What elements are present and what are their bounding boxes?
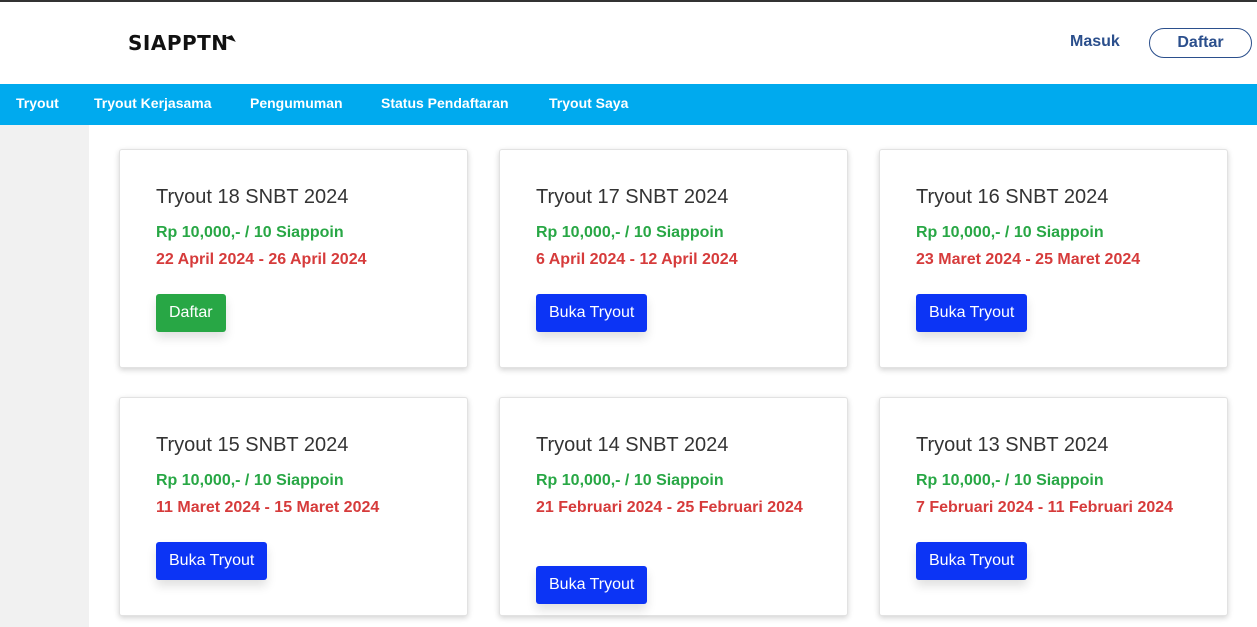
register-button[interactable]: Daftar bbox=[1149, 28, 1252, 58]
nav-item-pengumuman[interactable]: Pengumuman bbox=[250, 95, 343, 111]
card-title: Tryout 15 SNBT 2024 bbox=[156, 434, 349, 456]
tryout-card: Tryout 13 SNBT 2024 Rp 10,000,- / 10 Sia… bbox=[879, 397, 1228, 616]
open-tryout-button[interactable]: Buka Tryout bbox=[916, 542, 1028, 580]
tryout-card: Tryout 18 SNBT 2024 Rp 10,000,- / 10 Sia… bbox=[119, 149, 468, 368]
open-tryout-button[interactable]: Buka Tryout bbox=[536, 566, 648, 604]
card-price: Rp 10,000,- / 10 Siappoin bbox=[536, 224, 724, 241]
nav-item-tryout-kerjasama[interactable]: Tryout Kerjasama bbox=[94, 95, 212, 111]
sidebar bbox=[0, 125, 89, 627]
card-price: Rp 10,000,- / 10 Siappoin bbox=[156, 224, 344, 241]
card-title: Tryout 17 SNBT 2024 bbox=[536, 186, 729, 208]
login-link[interactable]: Masuk bbox=[1070, 33, 1120, 51]
card-date: 11 Maret 2024 - 15 Maret 2024 bbox=[156, 499, 380, 516]
card-title: Tryout 14 SNBT 2024 bbox=[536, 434, 729, 456]
tryout-card: Tryout 15 SNBT 2024 Rp 10,000,- / 10 Sia… bbox=[119, 397, 468, 616]
tryout-card: Tryout 17 SNBT 2024 Rp 10,000,- / 10 Sia… bbox=[499, 149, 848, 368]
card-date: 22 April 2024 - 26 April 2024 bbox=[156, 251, 367, 268]
card-price: Rp 10,000,- / 10 Siappoin bbox=[916, 472, 1104, 489]
logo[interactable]: SIAPPTN bbox=[128, 31, 241, 55]
card-date: 23 Maret 2024 - 25 Maret 2024 bbox=[916, 251, 1141, 268]
register-tryout-button[interactable]: Daftar bbox=[156, 294, 226, 332]
open-tryout-button[interactable]: Buka Tryout bbox=[536, 294, 648, 332]
tryout-card: Tryout 16 SNBT 2024 Rp 10,000,- / 10 Sia… bbox=[879, 149, 1228, 368]
card-date: 21 Februari 2024 - 25 Februari 2024 bbox=[536, 499, 803, 516]
tryout-list: Tryout 18 SNBT 2024 Rp 10,000,- / 10 Sia… bbox=[89, 125, 1257, 627]
nav-item-status-pendaftaran[interactable]: Status Pendaftaran bbox=[381, 95, 509, 111]
main-nav: Tryout Tryout Kerjasama Pengumuman Statu… bbox=[0, 84, 1257, 125]
card-price: Rp 10,000,- / 10 Siappoin bbox=[156, 472, 344, 489]
card-date: 7 Februari 2024 - 11 Februari 2024 bbox=[916, 499, 1174, 516]
card-title: Tryout 18 SNBT 2024 bbox=[156, 186, 349, 208]
header: SIAPPTN Masuk Daftar bbox=[0, 2, 1257, 84]
nav-item-tryout-saya[interactable]: Tryout Saya bbox=[549, 95, 628, 111]
open-tryout-button[interactable]: Buka Tryout bbox=[916, 294, 1028, 332]
logo-text: SIAPPTN bbox=[128, 31, 229, 55]
card-date: 6 April 2024 - 12 April 2024 bbox=[536, 251, 738, 268]
card-title: Tryout 16 SNBT 2024 bbox=[916, 186, 1109, 208]
tryout-card: Tryout 14 SNBT 2024 Rp 10,000,- / 10 Sia… bbox=[499, 397, 848, 616]
open-tryout-button[interactable]: Buka Tryout bbox=[156, 542, 268, 580]
card-price: Rp 10,000,- / 10 Siappoin bbox=[536, 472, 724, 489]
nav-item-tryout[interactable]: Tryout bbox=[16, 95, 59, 111]
card-price: Rp 10,000,- / 10 Siappoin bbox=[916, 224, 1104, 241]
card-title: Tryout 13 SNBT 2024 bbox=[916, 434, 1109, 456]
